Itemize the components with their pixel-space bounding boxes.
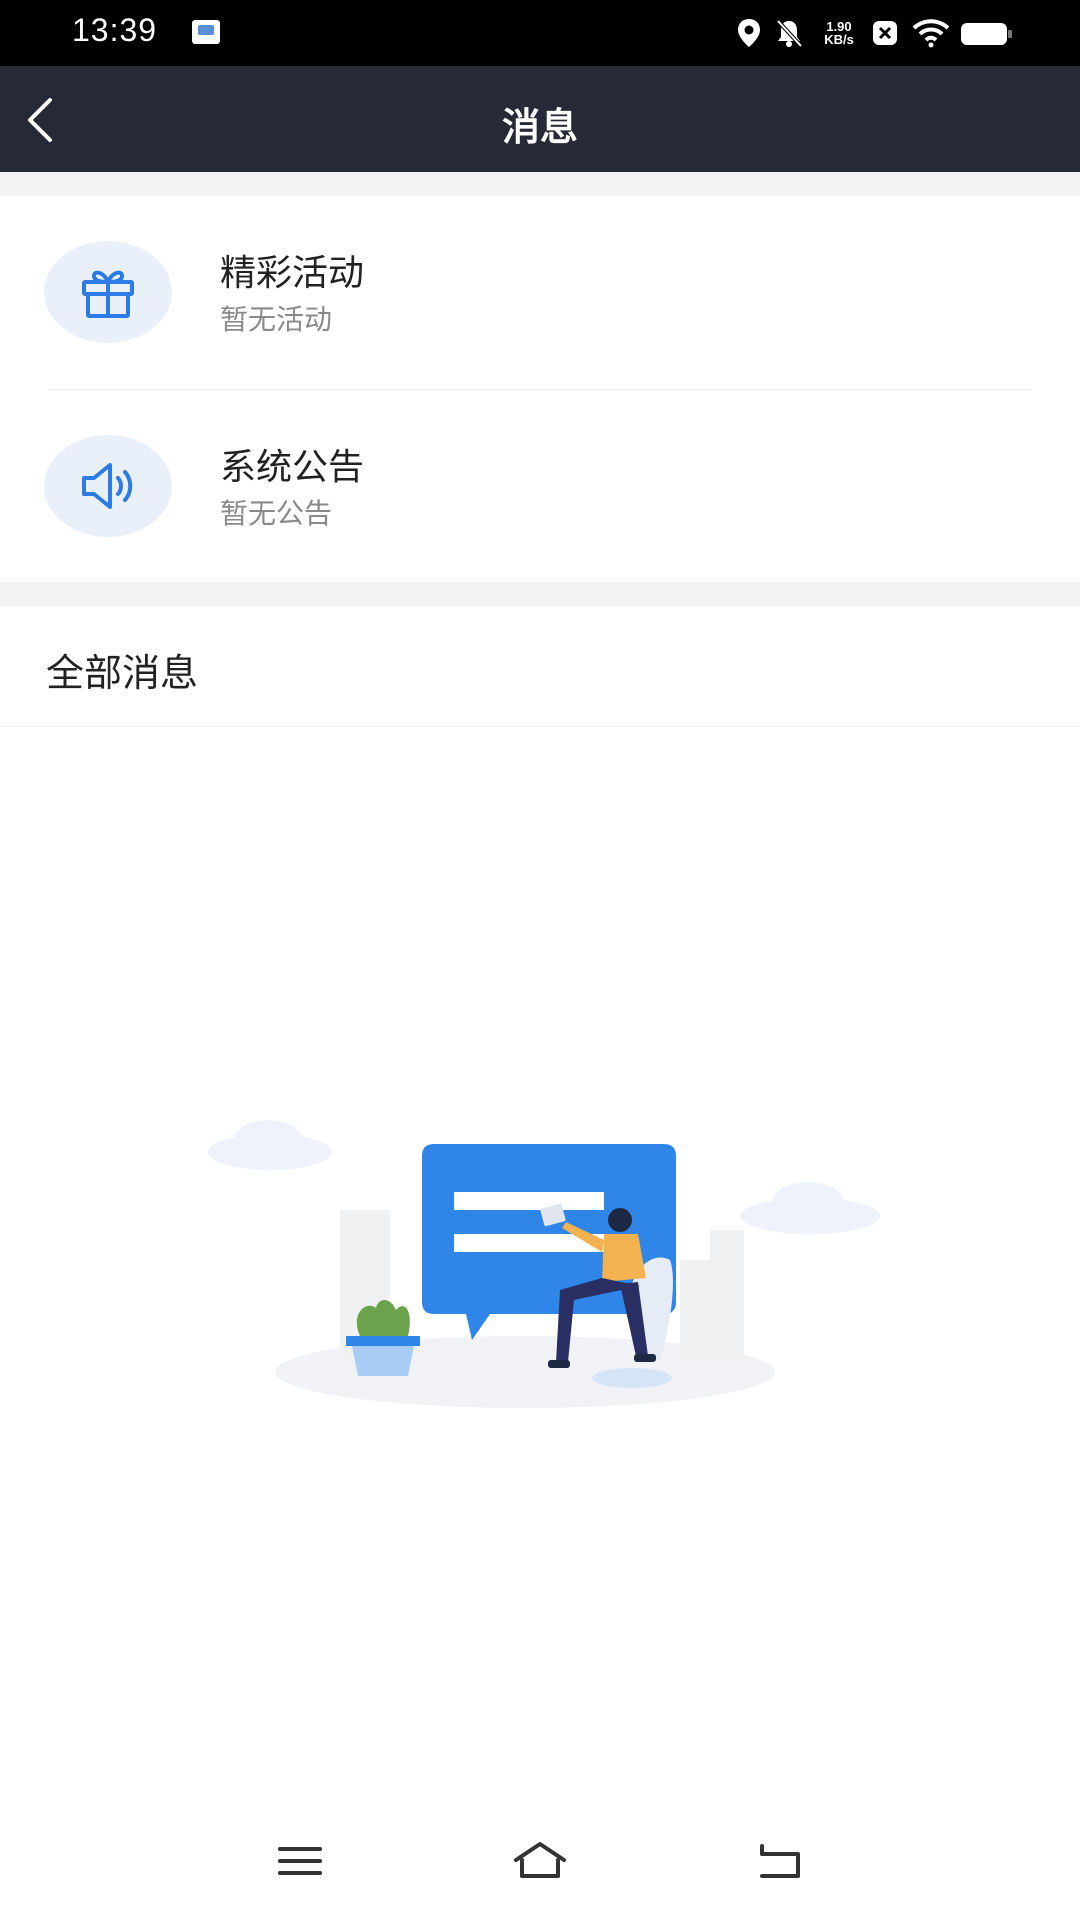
- status-bar: 13:39 1.90 KB/s: [0, 0, 1080, 66]
- wifi-icon: [912, 19, 950, 48]
- system-nav-bar: [0, 1810, 1080, 1920]
- separator: [0, 582, 1080, 606]
- bell-muted-icon: [776, 19, 803, 48]
- battery-icon: [961, 23, 1012, 45]
- header: 消息: [0, 66, 1080, 172]
- net-speed-unit: KB/s: [824, 32, 854, 47]
- divider: [0, 726, 1080, 727]
- entry-subtitle: 暂无活动: [220, 303, 333, 336]
- entry-title: 精彩活动: [220, 253, 365, 294]
- entry-announcements[interactable]: 系统公告 暂无公告: [0, 390, 1080, 582]
- all-messages-title: 全部消息: [46, 651, 199, 695]
- entry-activities[interactable]: 精彩活动 暂无活动: [0, 196, 1080, 388]
- status-time: 13:39: [72, 12, 158, 48]
- net-speed: 1.90 KB/s: [816, 20, 862, 46]
- entry-title: 系统公告: [220, 447, 365, 488]
- entry-icon-background: [44, 435, 172, 537]
- menu-icon[interactable]: [270, 1832, 330, 1892]
- entry-subtitle: 暂无公告: [220, 497, 333, 530]
- gift-icon: [82, 270, 134, 318]
- app-thumbnail-icon: [192, 20, 220, 44]
- entry-icon-background: [44, 241, 172, 343]
- empty-messages-illustration: [208, 1120, 880, 1408]
- page-title: 消息: [501, 105, 578, 149]
- back-icon[interactable]: [750, 1832, 810, 1892]
- home-icon[interactable]: [508, 1832, 572, 1892]
- close-box-icon: [873, 21, 897, 45]
- location-icon: [738, 19, 760, 47]
- separator: [0, 172, 1080, 196]
- speaker-icon: [82, 463, 133, 509]
